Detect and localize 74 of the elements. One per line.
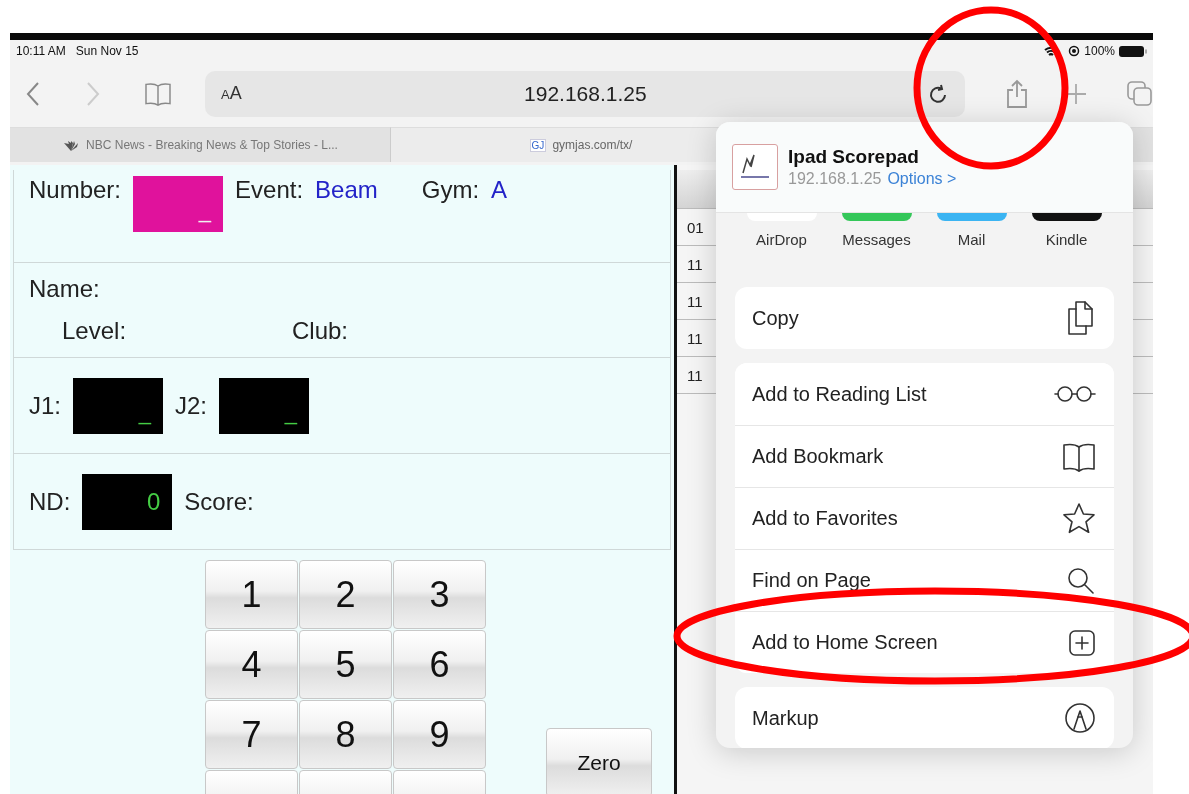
status-time: 10:11 AM: [16, 44, 66, 58]
book-icon[interactable]: [143, 81, 173, 106]
battery-icon: [1119, 45, 1147, 57]
tabs-overview-icon[interactable]: [1127, 80, 1153, 107]
share-icon[interactable]: [1005, 78, 1029, 109]
field-label: Number:: [29, 176, 122, 204]
field-label: Name:: [29, 275, 100, 303]
orientation-lock-icon: [1068, 45, 1081, 57]
app-title: Ipad Scorepad: [788, 146, 920, 168]
number-field[interactable]: _: [133, 176, 224, 232]
share-target-label[interactable]: Mail: [957, 231, 986, 248]
field-label: J1:: [29, 391, 61, 420]
star-icon: [1062, 502, 1096, 535]
status-date: Sun Nov 15: [75, 44, 139, 58]
search-icon: [1066, 565, 1096, 596]
gym-value: A: [491, 176, 508, 204]
keypad-key[interactable]: 6: [393, 630, 486, 699]
table-cell: 11: [687, 292, 703, 310]
table-cell: 11: [687, 255, 703, 273]
table-cell: 11: [687, 366, 703, 384]
keypad-key[interactable]: 7: [205, 700, 298, 769]
options-link[interactable]: Options >: [887, 170, 957, 187]
judge-score-field[interactable]: _: [219, 377, 310, 434]
action-label: Markup: [752, 706, 819, 730]
action-label: Add to Home Screen: [752, 631, 938, 654]
field-label: Event:: [235, 176, 304, 204]
peacock-icon: [62, 139, 81, 151]
share-target-label[interactable]: Kindle: [1045, 231, 1088, 248]
glasses-icon: [1054, 384, 1096, 404]
browser-tab[interactable]: NBC News - Breaking News & Top Stories - L...: [10, 127, 391, 162]
new-tab-icon[interactable]: [1065, 82, 1087, 105]
share-target-icon[interactable]: [1031, 213, 1102, 221]
favicon: GJ: [529, 138, 547, 152]
app-url: 192.168.1.25: [788, 170, 882, 187]
field-label: Score:: [184, 487, 254, 516]
forward-icon[interactable]: [85, 80, 101, 107]
markup-icon: [1064, 702, 1096, 734]
keypad-key[interactable]: 8: [299, 700, 392, 769]
share-target-label[interactable]: Messages: [842, 231, 911, 248]
action-label: Copy: [752, 306, 799, 330]
action-label: Find on Page: [752, 569, 871, 592]
judge-score-field[interactable]: _: [73, 377, 163, 434]
keypad-key[interactable]: 5: [299, 630, 392, 699]
field-label: Level:: [62, 317, 127, 344]
keypad-key[interactable]: 3: [393, 560, 486, 629]
field-label: Club:: [292, 317, 349, 345]
action-label: Add to Favorites: [752, 507, 898, 530]
keypad-key[interactable]: 1: [205, 560, 298, 629]
text-size-button[interactable]: AA: [221, 83, 242, 104]
table-cell: 01: [687, 218, 704, 236]
app-logo-icon: [732, 144, 778, 190]
action-label: Add Bookmark: [752, 445, 884, 468]
copy-icon: [1066, 300, 1096, 336]
keypad-key[interactable]: 2: [299, 560, 392, 629]
action-label: Add to Reading List: [752, 382, 927, 406]
share-target-label[interactable]: AirDrop: [756, 231, 807, 248]
field-label: J2:: [175, 391, 208, 420]
event-value: Beam: [315, 176, 378, 204]
book-icon: [1062, 441, 1096, 472]
keypad-key[interactable]: 4: [205, 630, 298, 699]
tab-title: NBC News - Breaking News & Top Stories - L...: [86, 138, 338, 152]
add-square-icon: [1068, 628, 1096, 657]
battery-percent: 100%: [1084, 44, 1115, 58]
field-label: Gym:: [421, 176, 480, 204]
table-cell: 11: [687, 329, 703, 347]
tab-title: gymjas.com/tx/: [552, 138, 633, 152]
zero-button[interactable]: Zero: [546, 728, 652, 794]
reload-icon[interactable]: [929, 82, 949, 105]
url-text: 192.168.1.25: [524, 81, 647, 106]
address-bar[interactable]: AA 192.168.1.25: [205, 70, 965, 117]
field-label: ND:: [29, 487, 71, 516]
back-icon[interactable]: [25, 80, 41, 107]
neutral-deduction-field[interactable]: 0: [82, 473, 173, 530]
keypad-key[interactable]: 9: [393, 700, 486, 769]
